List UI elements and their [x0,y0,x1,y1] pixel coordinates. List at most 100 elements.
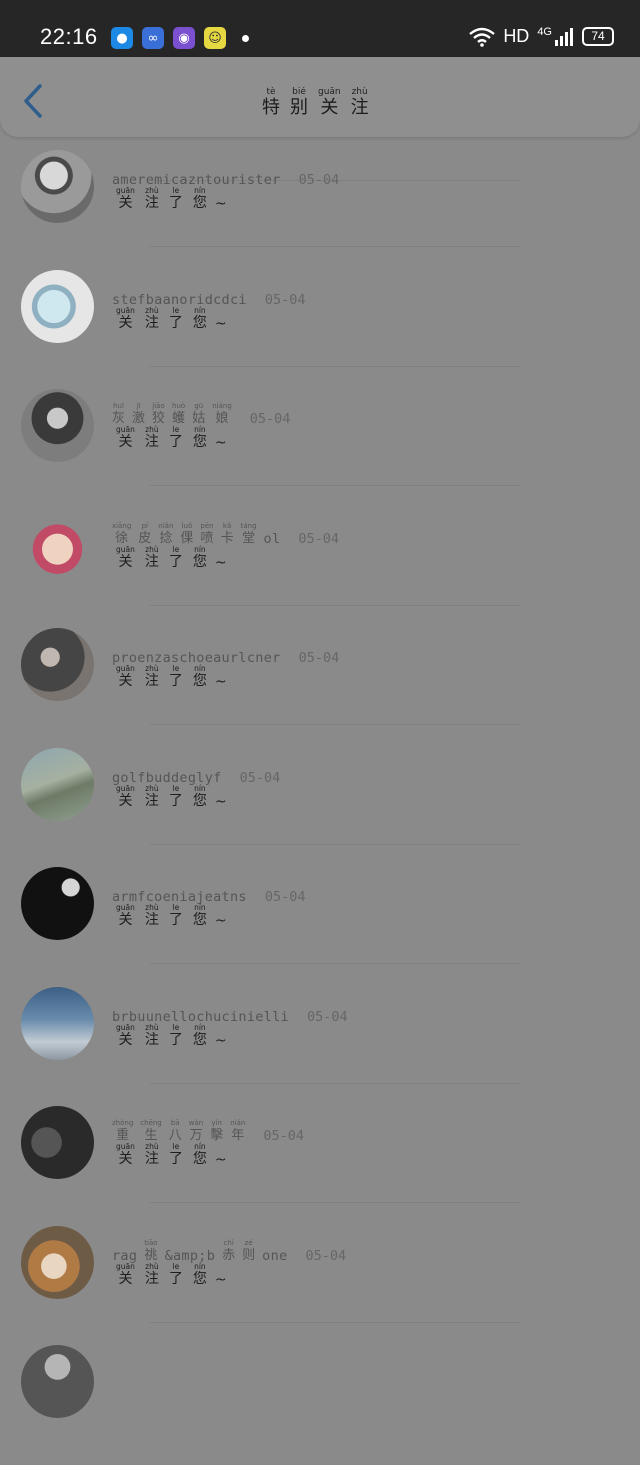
username-char: jiāo 狡 [152,402,166,426]
message-char: nín 您 [192,186,207,211]
message-char: nín 您 [192,544,207,570]
follow-message: guān 关 zhù 注 le 了 nín 您 ~ [116,1023,227,1049]
divider [150,1202,520,1203]
signal-type: 4G [537,25,552,38]
message-suffix: ~ [214,1032,227,1049]
title-char: guān 关 [318,87,341,118]
username[interactable]: xiāng 徐 pí 皮 niǎn 捻 luǒ 倮 pēn 喷 kǎ 卡 táng 堂 ol [112,522,280,547]
message-char: zhù 注 [144,544,159,570]
list-item[interactable]: armfcoeniajeatns 05-04 guān 关 zhù 注 le 了 nín 您 ~ [0,867,640,987]
divider [150,843,520,845]
username[interactable]: zhòng 重 chēng 生 bā 八 wàn 万 yín 擊 nián 年 [112,1119,245,1144]
name-line: xiāng 徐 pí 皮 niǎn 捻 luǒ 倮 pēn 喷 kǎ 卡 táng 堂 ol 05-04 [112,519,339,547]
avatar[interactable] [21,867,94,940]
username-char: niáng 娘 [212,402,232,426]
message-char: nín 您 [192,664,207,689]
list-item[interactable]: huī 灰 jī 激 jiāo 狡 huò 蠖 gū 姑 niáng 娘 05-04 guān 关 zhù 注 l… [0,389,640,509]
username-char: chēng 生 [140,1119,162,1143]
list-item[interactable] [0,1345,640,1465]
divider [150,485,520,486]
title-char: bié 别 [290,87,308,118]
divider [150,604,520,606]
app-notification-icon: ● [111,27,133,49]
username-char: kǎ 卡 [220,521,234,546]
username-char: luǒ 倮 [180,521,194,546]
list-item[interactable]: brbuunellochucinielli 05-04 guān 关 zhù 注 le 了 ní… [0,986,640,1107]
avatar[interactable] [21,628,94,701]
avatar[interactable] [21,747,94,821]
message-char: guān 关 [116,1142,135,1167]
list-item[interactable]: proenzaschoeaurlcner 05-04 guān 关 zhù 注 le 了 nín… [0,628,640,748]
divider [150,963,520,964]
list-item[interactable]: rag tiāo 祧 &amp;b chì 赤 zé 则 one 05-04 guān 关 zhù 注 le… [0,1225,640,1346]
name-line: golfbuddeglyf 05-04 [112,758,280,786]
username[interactable]: rag tiāo 祧 &amp;b chì 赤 zé 则 one [112,1239,287,1264]
message-char: le 了 [168,1142,183,1167]
message-char: zhù 注 [144,186,159,211]
avatar[interactable] [21,150,94,223]
username-char: tiāo 祧 [144,1238,158,1263]
name-line: rag tiāo 祧 &amp;b chì 赤 zé 则 one 05-04 [112,1236,346,1264]
follow-message: guān 关 zhù 注 le 了 nín 您 ~ [116,903,227,929]
message-char: zhù 注 [144,305,159,331]
message-suffix: ~ [214,1152,227,1168]
message-char: guān 关 [116,544,135,570]
message-suffix: ~ [214,435,227,451]
notification-icons: ● ∞ ◉ ☺ [111,27,226,49]
message-suffix: ~ [214,315,227,332]
username[interactable]: huī 灰 jī 激 jiāo 狡 huò 蠖 gū 姑 niáng 娘 [112,402,232,427]
message-char: zhù 注 [144,664,159,689]
message-char: zhù 注 [144,1261,159,1287]
follow-date: 05-04 [264,889,306,905]
follow-message: guān 关 zhù 注 le 了 nín 您 ~ [116,306,227,332]
username-char: yín 擊 [210,1119,224,1143]
message-char: le 了 [168,783,183,809]
message-char: guān 关 [116,903,135,928]
list-item[interactable]: ameremicazntourister 05-04 guān 关 zhù 注 le 了 nín… [0,150,640,270]
username-char: gū 姑 [192,402,206,426]
avatar[interactable] [21,389,94,462]
message-char: guān 关 [116,425,135,450]
list-item[interactable]: golfbuddeglyf 05-04 guān 关 zhù 注 le 了 nín 您 ~ [0,747,640,868]
message-char: nín 您 [192,1261,207,1287]
follow-message: guān 关 zhù 注 le 了 nín 您 ~ [116,664,227,690]
status-bar: 22:16 ● ∞ ◉ ☺ HD 4G 74 [0,0,640,57]
divider [150,724,520,725]
message-char: le 了 [168,664,183,689]
message-suffix: ~ [214,554,227,571]
name-line: ameremicazntourister 05-04 [112,160,339,188]
avatar[interactable] [21,1345,94,1418]
list-item[interactable]: xiāng 徐 pí 皮 niǎn 捻 luǒ 倮 pēn 喷 kǎ 卡 táng 堂 ol 05-04 guā… [0,508,640,629]
system-indicators: HD 4G 74 [469,26,614,47]
avatar[interactable] [21,986,94,1060]
divider [150,365,520,367]
follow-date: 05-04 [298,172,340,188]
list-item[interactable]: stefbaanoridcdci 05-04 guān 关 zhù 注 le 了 nín 您 ~ [0,269,640,390]
message-char: zhù 注 [144,1142,159,1167]
back-arrow-icon[interactable] [20,83,46,119]
message-char: nín 您 [192,783,207,809]
avatar[interactable] [21,1225,94,1299]
divider [150,246,520,247]
message-char: guān 关 [116,783,135,809]
message-char: le 了 [168,903,183,928]
avatar[interactable] [21,1106,94,1179]
message-suffix: ~ [214,674,227,690]
username-char: niǎn 捻 [158,521,174,546]
message-suffix: ~ [214,913,227,929]
message-char: zhù 注 [144,1022,159,1048]
page-title: tè 特 bié 别 guān 关 zhù 注 [262,87,369,119]
message-char: zhù 注 [144,903,159,928]
infinity-app-icon: ∞ [142,27,164,49]
message-char: le 了 [168,186,183,211]
list-item[interactable]: zhòng 重 chēng 生 bā 八 wàn 万 yín 擊 nián 年 05-04 guān 关 zh… [0,1106,640,1226]
username-part: one [262,1247,288,1264]
follow-message: guān 关 zhù 注 le 了 nín 您 ~ [116,186,227,212]
avatar[interactable] [21,508,94,582]
title-char: tè 特 [262,87,280,118]
username-char: chì 赤 [222,1238,236,1263]
message-suffix: ~ [214,196,227,212]
avatar[interactable] [21,269,94,343]
name-line: proenzaschoeaurlcner 05-04 [112,638,339,666]
username-char: xiāng 徐 [112,521,132,546]
